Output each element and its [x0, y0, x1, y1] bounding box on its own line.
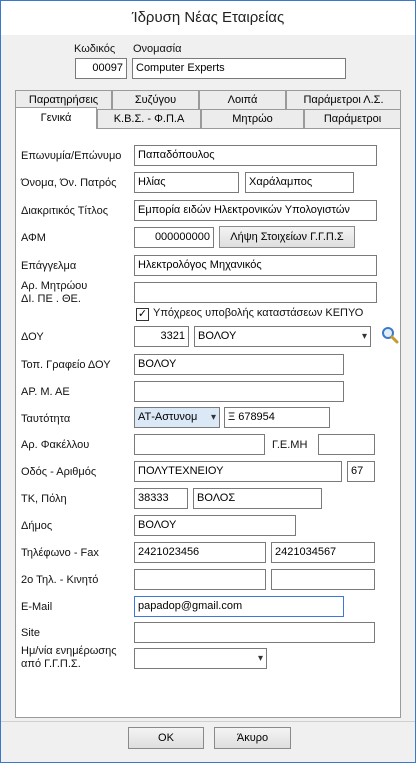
- ok-button[interactable]: OK: [128, 727, 204, 749]
- tab-other[interactable]: Λοιπά: [199, 90, 286, 109]
- mobile-field[interactable]: [271, 569, 375, 590]
- trade-title-field[interactable]: Εμπορία ειδών Ηλεκτρονικών Υπολογιστών: [134, 200, 377, 221]
- street-label: Οδός - Αριθμός: [21, 466, 97, 478]
- chevron-down-icon: ▾: [257, 653, 263, 664]
- dialog-window: Ίδρυση Νέας Εταιρείας Κωδικός Ονομασία 0…: [0, 0, 416, 763]
- afm-field[interactable]: 000000000: [134, 227, 214, 248]
- code-label: Κωδικός: [74, 43, 116, 55]
- registry-field[interactable]: [134, 282, 377, 303]
- email-label: E-Mail: [21, 601, 53, 613]
- phone-fax-label: Τηλέφωνο - Fax: [21, 547, 99, 559]
- id-label: Ταυτότητα: [21, 413, 71, 425]
- tab-registry[interactable]: Μητρώο: [201, 109, 304, 128]
- update-date-label-line1: Ημ/νία ενημέρωσης: [21, 645, 117, 657]
- doy-select[interactable]: ΒΟΛΟΥ ▾: [194, 326, 371, 347]
- folder-field[interactable]: [134, 434, 265, 455]
- street-number-field[interactable]: 67: [347, 461, 375, 482]
- municipality-field[interactable]: ΒΟΛΟΥ: [134, 515, 296, 536]
- site-label: Site: [21, 627, 40, 639]
- first-name-field[interactable]: Ηλίας: [134, 172, 239, 193]
- kepyo-checkbox[interactable]: ✓: [136, 308, 149, 321]
- doy-code-field[interactable]: 3321: [134, 326, 189, 347]
- street-field[interactable]: ΠΟΛΥΤΕΧΝΕΙΟΥ: [134, 461, 342, 482]
- phone2-mobile-label: 2ο Τηλ. - Κινητό: [21, 574, 99, 586]
- trade-title-label: Διακριτικός Τίτλος: [21, 205, 109, 217]
- window-title: Ίδρυση Νέας Εταιρείας: [1, 1, 415, 35]
- profession-field[interactable]: Ηλεκτρολόγος Μηχανικός: [134, 255, 377, 276]
- phone-field[interactable]: 2421023456: [134, 542, 266, 563]
- update-date-label-line2: από Γ.Γ.Π.Σ.: [21, 658, 81, 670]
- doy-office-label: Τοπ. Γραφείο ΔΟΥ: [21, 359, 111, 371]
- tab-spouse[interactable]: Συζύγου: [112, 90, 199, 109]
- ae-field[interactable]: [134, 381, 344, 402]
- registry-label-line1: Αρ. Μητρώου: [21, 280, 88, 292]
- name-label: Ονομασία: [133, 43, 182, 55]
- tab-kbs-fpa[interactable]: Κ.Β.Σ. - Φ.Π.Α: [97, 109, 201, 128]
- gemi-label: Γ.Ε.ΜΗ: [272, 439, 308, 451]
- ae-label: ΑΡ. Μ. ΑΕ: [21, 386, 70, 398]
- site-field[interactable]: [134, 622, 375, 643]
- folder-label: Αρ. Φακέλλου: [21, 439, 90, 451]
- search-icon[interactable]: [381, 326, 399, 344]
- chevron-down-icon: ▾: [361, 331, 367, 342]
- zip-city-label: ΤΚ, Πόλη: [21, 493, 67, 505]
- chevron-down-icon: ▾: [210, 412, 216, 423]
- cancel-button[interactable]: Άκυρο: [214, 727, 291, 749]
- profession-label: Επάγγελμα: [21, 260, 77, 272]
- id-number-field[interactable]: Ξ 678954: [224, 407, 330, 428]
- fetch-ggps-button[interactable]: Λήψη Στοιχείων Γ.Γ.Π.Σ: [219, 226, 355, 248]
- surname-field[interactable]: Παπαδόπουλος: [134, 145, 377, 166]
- tab-ls-params[interactable]: Παράμετροι Λ.Σ.: [286, 90, 401, 109]
- doy-office-field[interactable]: ΒΟΛΟΥ: [134, 354, 344, 375]
- father-name-field[interactable]: Χαράλαμπος: [245, 172, 354, 193]
- footer-separator: [1, 721, 415, 722]
- update-date-select[interactable]: ▾: [134, 648, 267, 669]
- id-type-select[interactable]: ΑΤ-Αστυνομ ▾: [134, 407, 220, 428]
- phone2-field[interactable]: [134, 569, 266, 590]
- first-name-label: Όνομα, Όν. Πατρός: [21, 177, 117, 189]
- afm-label: ΑΦΜ: [21, 232, 46, 244]
- zip-field[interactable]: 38333: [134, 488, 188, 509]
- id-type-value: ΑΤ-Αστυνομ: [138, 411, 198, 423]
- tab-params[interactable]: Παράμετροι: [304, 109, 401, 128]
- surname-label: Επωνυμία/Επώνυμο: [21, 150, 122, 162]
- fax-field[interactable]: 2421034567: [271, 542, 375, 563]
- name-field[interactable]: Computer Experts: [132, 58, 346, 79]
- municipality-label: Δήμος: [21, 520, 53, 532]
- gemi-field[interactable]: [318, 434, 375, 455]
- code-field[interactable]: 00097: [75, 58, 127, 79]
- doy-select-value: ΒΟΛΟΥ: [198, 330, 237, 342]
- tab-general[interactable]: Γενικά: [15, 107, 97, 129]
- city-field[interactable]: ΒΟΛΟΣ: [193, 488, 322, 509]
- kepyo-label: Υπόχρεος υποβολής καταστάσεων ΚΕΠΥΟ: [153, 307, 364, 319]
- email-field[interactable]: papadop@gmail.com: [134, 596, 344, 617]
- registry-label-line2: ΔΙ. ΠΕ . ΘΕ.: [21, 293, 81, 305]
- doy-label: ΔΟΥ: [21, 331, 44, 343]
